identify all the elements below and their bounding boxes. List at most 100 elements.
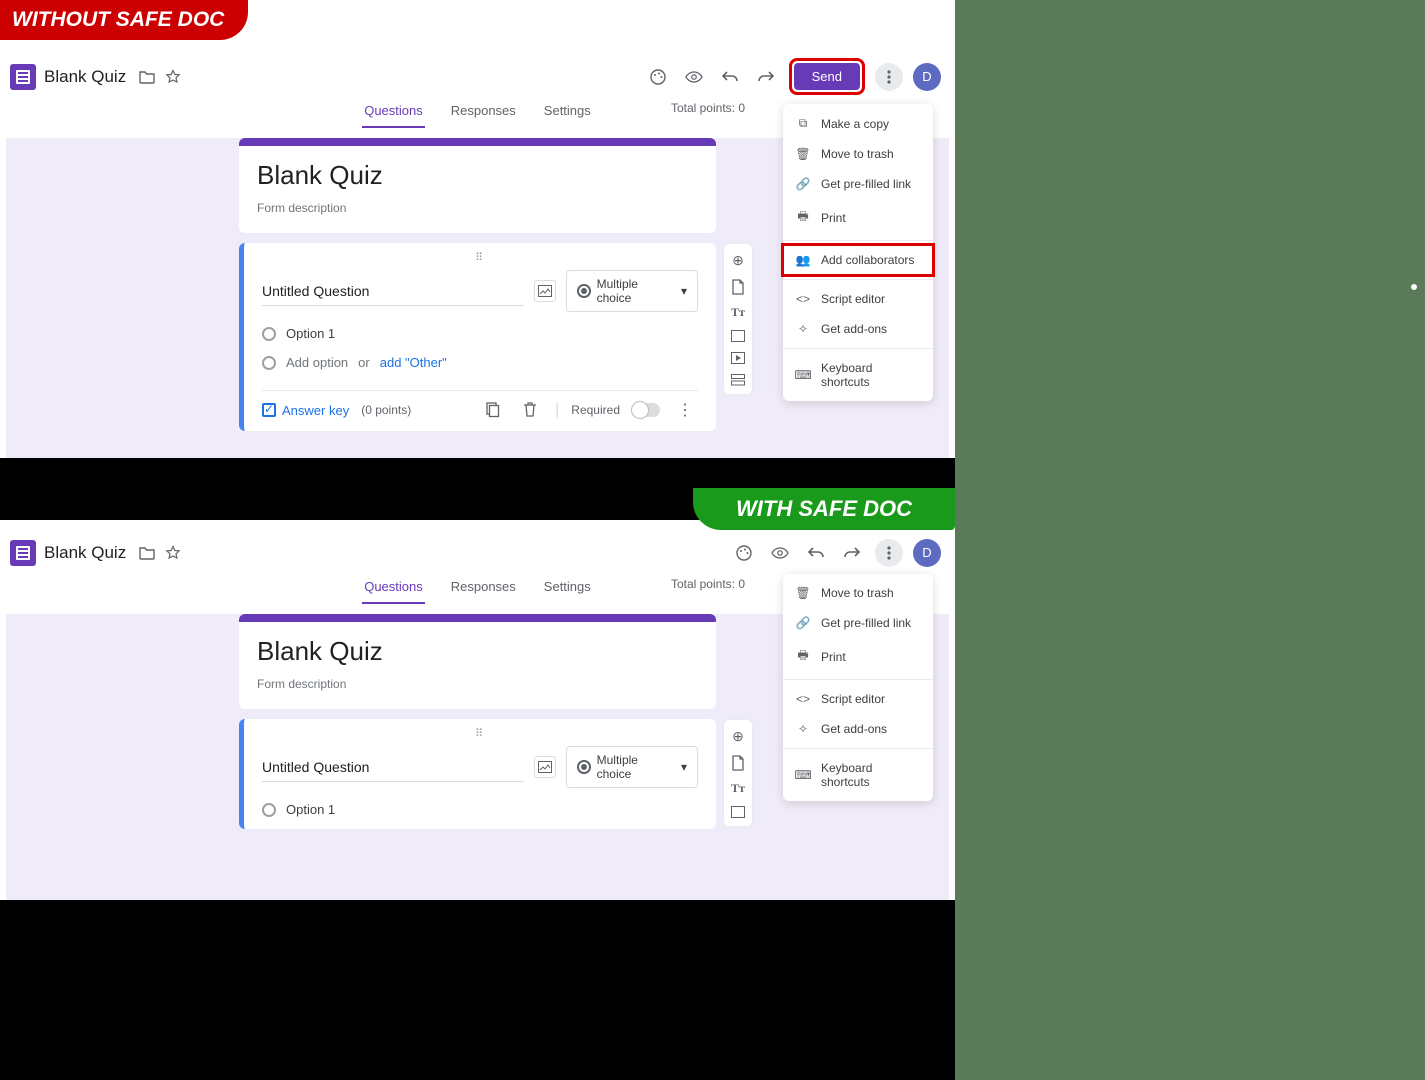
palette-icon[interactable] — [649, 68, 667, 86]
question-card[interactable]: ⠿ Multiple choice ▾ Option 1 ⊕ Tᴛ — [239, 719, 716, 829]
tab-questions[interactable]: Questions — [362, 99, 425, 128]
undo-icon[interactable] — [721, 68, 739, 86]
menu-move-trash[interactable]: 🗑Move to trash — [783, 139, 933, 169]
image-tool-icon[interactable] — [731, 330, 745, 342]
option-1-label[interactable]: Option 1 — [286, 326, 335, 341]
text-icon[interactable]: Tᴛ — [731, 781, 745, 796]
chevron-down-icon: ▾ — [681, 760, 687, 774]
doc-title[interactable]: Blank Quiz — [44, 543, 126, 563]
menu-print[interactable]: 🖶Print — [783, 638, 933, 675]
code-icon: <> — [795, 292, 811, 306]
copy-icon: ⧉ — [795, 116, 811, 131]
star-icon[interactable] — [164, 544, 182, 562]
badge-without: WITHOUT SAFE DOC — [0, 0, 248, 40]
redo-icon[interactable] — [843, 544, 861, 562]
chevron-down-icon: ▾ — [681, 284, 687, 298]
trash-icon: 🗑 — [795, 147, 811, 161]
overflow-menu: 🗑Move to trash 🔗Get pre-filled link 🖶Pri… — [783, 574, 933, 801]
option-1-label[interactable]: Option 1 — [286, 802, 335, 817]
avatar[interactable]: D — [913, 63, 941, 91]
eye-icon[interactable] — [685, 68, 703, 86]
image-icon[interactable] — [534, 756, 556, 778]
tab-responses[interactable]: Responses — [449, 99, 518, 128]
menu-script-editor[interactable]: <>Script editor — [783, 684, 933, 714]
import-icon[interactable] — [731, 279, 745, 295]
image-icon[interactable] — [534, 280, 556, 302]
toolbar-right: Send D — [645, 58, 949, 95]
section-icon[interactable] — [731, 374, 745, 386]
menu-make-copy[interactable]: ⧉Make a copy — [783, 108, 933, 139]
forms-logo-icon[interactable] — [10, 540, 36, 566]
option-row-1[interactable]: Option 1 — [262, 326, 698, 341]
total-points: Total points: 0 — [671, 577, 745, 591]
image-tool-icon[interactable] — [731, 806, 745, 818]
title-card[interactable]: Blank Quiz Form description — [239, 614, 716, 709]
header-bar: Blank Quiz Send D — [0, 44, 955, 99]
palette-icon[interactable] — [735, 544, 753, 562]
question-type-select[interactable]: Multiple choice ▾ — [566, 270, 698, 312]
folder-icon[interactable] — [138, 544, 156, 562]
menu-get-addons[interactable]: ✧Get add-ons — [783, 314, 933, 344]
drag-handle-icon[interactable]: ⠿ — [262, 727, 698, 740]
forms-logo-icon[interactable] — [10, 64, 36, 90]
question-type-select[interactable]: Multiple choice ▾ — [566, 746, 698, 788]
more-vert-icon[interactable]: ⋮ — [676, 401, 694, 419]
trash-icon[interactable] — [521, 401, 539, 419]
star-icon[interactable] — [164, 68, 182, 86]
send-button[interactable]: Send — [794, 63, 860, 90]
total-points: Total points: 0 — [671, 101, 745, 115]
text-icon[interactable]: Tᴛ — [731, 305, 745, 320]
form-description[interactable]: Form description — [257, 201, 698, 215]
question-card[interactable]: ⠿ Multiple choice ▾ Option 1 Add option — [239, 243, 716, 431]
code-icon: <> — [795, 692, 811, 706]
menu-move-trash[interactable]: 🗑Move to trash — [783, 578, 933, 608]
tab-questions[interactable]: Questions — [362, 575, 425, 604]
redo-icon[interactable] — [757, 68, 775, 86]
drag-handle-icon[interactable]: ⠿ — [262, 251, 698, 264]
add-other-link[interactable]: add "Other" — [380, 355, 447, 370]
menu-shortcuts[interactable]: ⌨Keyboard shortcuts — [783, 753, 933, 797]
title-card[interactable]: Blank Quiz Form description — [239, 138, 716, 233]
keyboard-icon: ⌨ — [795, 368, 811, 382]
forms-app-with: Blank Quiz D Questions Responses Setting… — [0, 520, 955, 900]
link-icon: 🔗 — [795, 616, 811, 630]
eye-icon[interactable] — [771, 544, 789, 562]
tab-settings[interactable]: Settings — [542, 575, 593, 604]
folder-icon[interactable] — [138, 68, 156, 86]
undo-icon[interactable] — [807, 544, 825, 562]
doc-title[interactable]: Blank Quiz — [44, 67, 126, 87]
answer-key-button[interactable]: Answer key — [262, 403, 349, 418]
menu-add-collaborators[interactable]: 👥Add collaborators — [783, 245, 933, 275]
option-row-1[interactable]: Option 1 — [262, 802, 698, 817]
add-option-row[interactable]: Add option or add "Other" — [262, 355, 698, 370]
side-toolbar: ⊕ Tᴛ — [723, 243, 753, 395]
tab-settings[interactable]: Settings — [542, 99, 593, 128]
add-question-icon[interactable]: ⊕ — [732, 728, 744, 745]
carousel-dot — [1411, 284, 1417, 290]
right-green-sidebar — [955, 0, 1425, 1080]
more-button[interactable] — [875, 539, 903, 567]
menu-print[interactable]: 🖶Print — [783, 199, 933, 236]
form-description[interactable]: Form description — [257, 677, 698, 691]
video-icon[interactable] — [731, 352, 745, 364]
required-toggle[interactable] — [632, 403, 660, 417]
form-title[interactable]: Blank Quiz — [257, 636, 698, 667]
menu-get-addons[interactable]: ✧Get add-ons — [783, 714, 933, 744]
add-option-text[interactable]: Add option — [286, 355, 348, 370]
question-title-input[interactable] — [262, 277, 524, 306]
avatar[interactable]: D — [913, 539, 941, 567]
or-text: or — [358, 355, 370, 370]
menu-prefilled[interactable]: 🔗Get pre-filled link — [783, 608, 933, 638]
tab-responses[interactable]: Responses — [449, 575, 518, 604]
more-button[interactable] — [875, 63, 903, 91]
question-title-input[interactable] — [262, 753, 524, 782]
menu-prefilled[interactable]: 🔗Get pre-filled link — [783, 169, 933, 199]
form-title[interactable]: Blank Quiz — [257, 160, 698, 191]
add-question-icon[interactable]: ⊕ — [732, 252, 744, 269]
menu-shortcuts[interactable]: ⌨Keyboard shortcuts — [783, 353, 933, 397]
copy-icon[interactable] — [483, 401, 501, 419]
menu-script-editor[interactable]: <>Script editor — [783, 284, 933, 314]
badge-with: WITH SAFE DOC — [693, 488, 955, 530]
import-icon[interactable] — [731, 755, 745, 771]
check-icon — [262, 403, 276, 417]
